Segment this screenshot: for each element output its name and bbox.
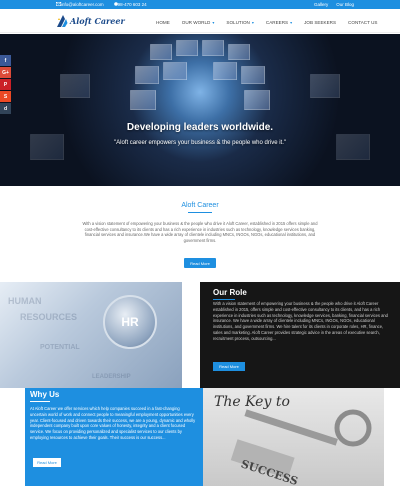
nav-home-label: HOME bbox=[156, 19, 170, 25]
pinterest-icon: P bbox=[3, 81, 8, 88]
facebook-button[interactable]: f bbox=[0, 55, 11, 66]
about-text: With a vision statement of empowering yo… bbox=[82, 221, 318, 243]
blog-link[interactable]: Our Blog bbox=[336, 2, 354, 7]
nav-our-world[interactable]: OUR WORLD ▾ bbox=[176, 18, 221, 26]
nav-job-seekers[interactable]: JOB SEEKERS bbox=[298, 18, 342, 26]
stumbleupon-icon: S bbox=[3, 93, 8, 100]
chevron-down-icon: ▾ bbox=[251, 19, 254, 25]
social-share-bar: f G+ P S d bbox=[0, 55, 11, 115]
main-nav: HOME OUR WORLD ▾ SOLUTION ▾ CAREERS ▾ JOB S… bbox=[150, 18, 383, 26]
our-role-text: With a vision statement of empowering yo… bbox=[213, 301, 388, 341]
hero-subheadline: "Aloft career empowers your business & t… bbox=[113, 140, 286, 146]
site-header: Aloft Career HOME OUR WORLD ▾ SOLUTION ▾ C… bbox=[0, 9, 400, 33]
stumbleupon-button[interactable]: S bbox=[0, 91, 11, 102]
chevron-down-icon: ▾ bbox=[290, 19, 293, 25]
site-logo[interactable]: Aloft Career bbox=[56, 13, 125, 29]
hr-image-text: HR bbox=[121, 315, 139, 329]
our-role-read-more-button[interactable]: Read More bbox=[213, 362, 245, 371]
hr-image: HUMAN RESOURCES POTENTIAL LEADERSHIP HR bbox=[0, 282, 182, 388]
about-read-more-button[interactable]: Read More bbox=[184, 258, 216, 268]
nav-contact-us[interactable]: CONTACT US bbox=[342, 18, 383, 26]
nav-solution-label: SOLUTION bbox=[226, 19, 250, 25]
email-contact[interactable]: info@aloftcareer.com bbox=[56, 2, 104, 7]
phone-contact[interactable]: 98-470 603 24 bbox=[113, 2, 147, 7]
nav-careers[interactable]: CAREERS ▾ bbox=[260, 18, 298, 26]
why-us-title: Why Us bbox=[30, 390, 60, 399]
key-caption-text: The Key to bbox=[214, 394, 290, 410]
nav-our-world-label: OUR WORLD bbox=[181, 19, 211, 25]
top-links: Gallery Our Blog bbox=[314, 0, 354, 9]
nav-home[interactable]: HOME bbox=[150, 18, 176, 26]
hero-banner: Developing leaders worldwide. "Aloft car… bbox=[0, 34, 400, 186]
email-text: info@aloftcareer.com bbox=[61, 2, 104, 7]
our-role-divider bbox=[213, 299, 235, 300]
google-plus-button[interactable]: G+ bbox=[0, 67, 11, 78]
google-plus-icon: G+ bbox=[2, 69, 9, 76]
digg-button[interactable]: d bbox=[0, 103, 11, 114]
hero-background-image bbox=[0, 34, 400, 186]
facebook-icon: f bbox=[4, 57, 7, 64]
logo-text: Aloft Career bbox=[70, 16, 125, 26]
nav-job-seekers-label: JOB SEEKERS bbox=[304, 19, 337, 25]
hero-headline: Developing leaders worldwide. bbox=[126, 122, 274, 133]
why-us-read-more-button[interactable]: Read More bbox=[33, 458, 61, 467]
chevron-down-icon: ▾ bbox=[212, 19, 215, 25]
our-role-title: Our Role bbox=[213, 288, 247, 297]
contact-info: info@aloftcareer.com 98-470 603 24 bbox=[56, 0, 147, 9]
nav-solution[interactable]: SOLUTION ▾ bbox=[220, 18, 260, 26]
hr-circle-graphic: HR bbox=[103, 295, 157, 349]
pinterest-button[interactable]: P bbox=[0, 79, 11, 90]
nav-contact-us-label: CONTACT US bbox=[348, 19, 378, 25]
why-us-text: At Aloft Career we offer services which … bbox=[30, 406, 196, 440]
logo-mark-icon bbox=[57, 15, 68, 27]
about-divider bbox=[188, 212, 212, 213]
top-bar: info@aloftcareer.com 98-470 603 24 Galle… bbox=[0, 0, 400, 9]
nav-careers-label: CAREERS bbox=[265, 19, 289, 25]
gallery-link[interactable]: Gallery bbox=[314, 2, 328, 7]
about-title: Aloft Career bbox=[181, 202, 219, 209]
why-us-divider bbox=[30, 401, 50, 402]
digg-icon: d bbox=[3, 105, 8, 112]
phone-text: 98-470 603 24 bbox=[117, 2, 147, 7]
